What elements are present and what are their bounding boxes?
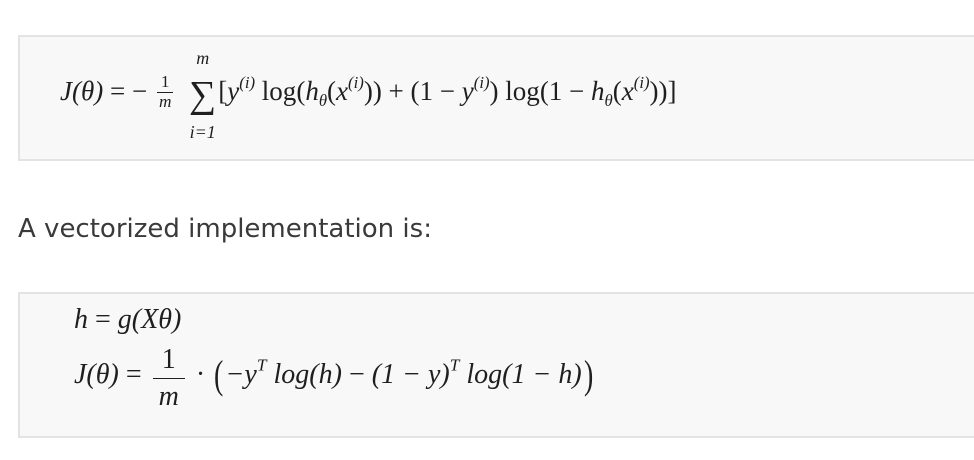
x-term: x [336, 76, 349, 107]
transpose-1: T [256, 355, 267, 375]
vectorized-line-1: h = g(Xθ) [74, 304, 181, 336]
y-term: y [227, 76, 240, 107]
transpose-2: T [449, 355, 460, 375]
superscript-i-3: (i) [473, 73, 490, 93]
one-minus-1: (1 − [410, 76, 462, 107]
minus-sign: − [131, 76, 148, 107]
vectorized-line-2: J(θ) = 1 m · (−yT log(h) − (1 − y)T log(… [74, 342, 595, 413]
fraction-numerator: 1 [156, 73, 174, 93]
fraction-denominator: m [158, 91, 172, 111]
equals-sign-2: = [95, 304, 111, 335]
fraction-denominator-2: m [158, 381, 179, 413]
equals-sign: = [109, 76, 126, 107]
one-minus-2: (1 − [539, 76, 592, 107]
equals-sign-3: = [125, 359, 142, 391]
h-term: h [305, 76, 319, 107]
vectorized-box: h = g(Xθ) J(θ) = 1 m · (−yT log(h) − (1 … [18, 292, 974, 438]
paren-open: ( [214, 352, 224, 398]
cost-lhs-2: J(θ) [74, 359, 119, 391]
x-term-2: x [621, 76, 634, 107]
one-minus-y: (1 − y) [371, 359, 450, 391]
h-rhs: g(Xθ) [117, 304, 182, 335]
summation: m ∑ i=1 [189, 48, 217, 142]
h-lhs: h [74, 304, 88, 335]
neg-y-term: −y [225, 359, 257, 391]
paren-close: ) [583, 352, 594, 398]
superscript-i-2: (i) [348, 73, 364, 93]
theta-subscript: θ [318, 91, 328, 111]
y-term-2: y [461, 76, 474, 107]
cost-lhs: J(θ) [60, 76, 104, 107]
log-h: log(h) [273, 359, 342, 391]
log-2: log [505, 76, 540, 107]
sum-symbol: ∑ [189, 74, 217, 116]
fraction-one-over-m: 1 m [156, 73, 174, 111]
cost-function-equation: J(θ) = − 1 m m ∑ i=1 [y(i) log(hθ(x(i)))… [60, 48, 677, 142]
minus-sign-2: − [348, 359, 365, 391]
bracket-open: [ [218, 76, 228, 107]
theta-subscript-2: θ [604, 91, 613, 111]
fraction-one-over-m-2: 1 m [152, 344, 185, 413]
superscript-i-4: (i) [633, 73, 650, 93]
sum-lower-limit: i=1 [189, 122, 216, 142]
superscript-i: (i) [239, 73, 256, 93]
bracket-close: ))] [649, 76, 677, 107]
dot-operator: · [195, 359, 206, 391]
log-1: log [261, 76, 297, 107]
intro-text: A vectorized implementation is: [18, 214, 432, 244]
fraction-numerator-2: 1 [152, 344, 185, 380]
log-one-minus-h: log(1 − h) [466, 359, 582, 391]
h-term-2: h [591, 76, 605, 107]
sum-upper-limit: m [196, 48, 210, 68]
cost-function-box: J(θ) = − 1 m m ∑ i=1 [y(i) log(hθ(x(i)))… [18, 35, 974, 161]
